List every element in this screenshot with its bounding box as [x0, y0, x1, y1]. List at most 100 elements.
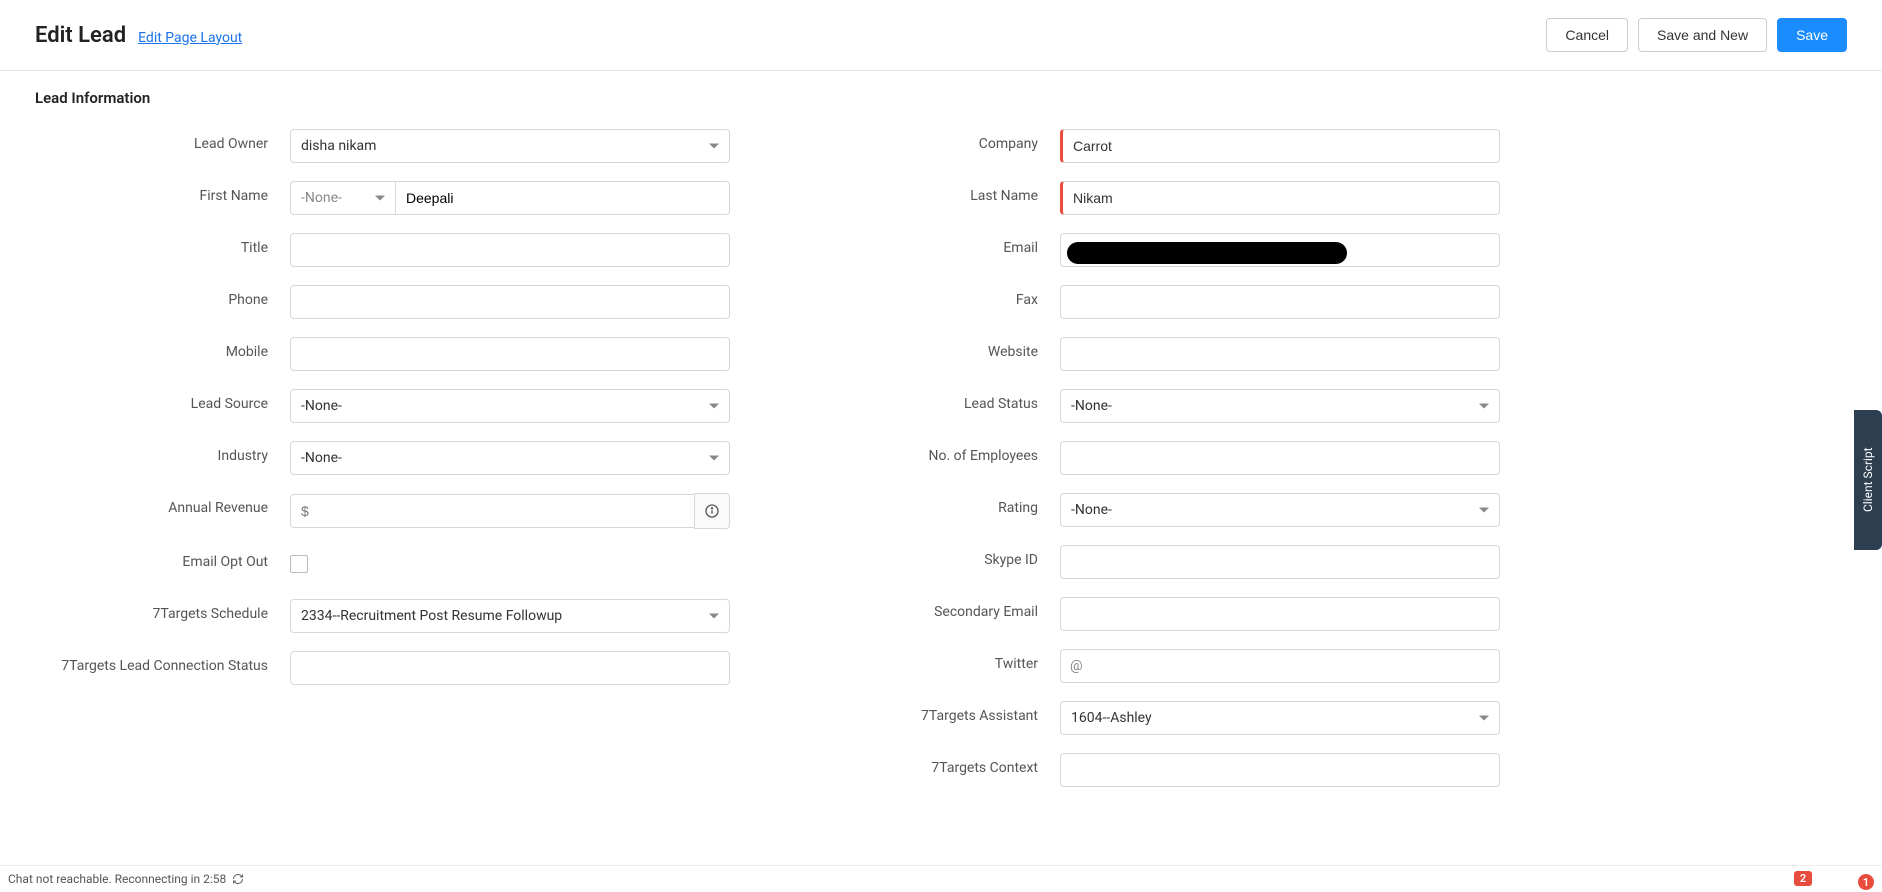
no-employees-input[interactable] [1060, 441, 1500, 475]
form-column-left: Lead Owner disha nikam First Name -None- [35, 129, 765, 805]
last-name-input[interactable] [1060, 181, 1500, 215]
form-columns: Lead Owner disha nikam First Name -None- [35, 129, 1847, 805]
header-actions: Cancel Save and New Save [1546, 18, 1847, 52]
label-lead-conn-status: 7Targets Lead Connection Status [35, 651, 290, 674]
first-name-input[interactable] [395, 181, 730, 215]
label-secondary-email: Secondary Email [805, 597, 1060, 620]
row-last-name: Last Name [805, 181, 1535, 215]
row-lead-status: Lead Status -None- [805, 389, 1535, 423]
chevron-down-icon [709, 144, 719, 149]
footer-bar: Chat not reachable. Reconnecting in 2:58 [0, 865, 1882, 892]
row-first-name: First Name -None- [35, 181, 765, 215]
cancel-button[interactable]: Cancel [1546, 18, 1628, 52]
lead-source-value: -None- [301, 398, 342, 414]
label-context: 7Targets Context [805, 753, 1060, 776]
schedule-value: 2334--Recruitment Post Resume Followup [301, 608, 562, 624]
row-email: Email [805, 233, 1535, 267]
page-title: Edit Lead [35, 23, 126, 48]
row-rating: Rating -None- [805, 493, 1535, 527]
row-assistant: 7Targets Assistant 1604--Ashley [805, 701, 1535, 735]
label-lead-owner: Lead Owner [35, 129, 290, 152]
label-schedule: 7Targets Schedule [35, 599, 290, 622]
label-mobile: Mobile [35, 337, 290, 360]
assistant-value: 1604--Ashley [1071, 710, 1152, 726]
label-company: Company [805, 129, 1060, 152]
title-input[interactable] [290, 233, 730, 267]
label-email: Email [805, 233, 1060, 256]
chevron-down-icon [1479, 716, 1489, 721]
row-context: 7Targets Context [805, 753, 1535, 787]
twitter-input[interactable] [1060, 649, 1500, 683]
schedule-select[interactable]: 2334--Recruitment Post Resume Followup [290, 599, 730, 633]
row-twitter: Twitter @ [805, 649, 1535, 683]
secondary-email-input[interactable] [1060, 597, 1500, 631]
row-fax: Fax [805, 285, 1535, 319]
chevron-down-icon [709, 614, 719, 619]
label-assistant: 7Targets Assistant [805, 701, 1060, 724]
lead-conn-status-input[interactable] [290, 651, 730, 685]
salutation-value: -None- [301, 190, 342, 206]
notification-badge-1[interactable]: 2 [1794, 871, 1812, 886]
lead-status-select[interactable]: -None- [1060, 389, 1500, 423]
context-input[interactable] [1060, 753, 1500, 787]
row-annual-revenue: Annual Revenue [35, 493, 765, 529]
lead-owner-value: disha nikam [301, 138, 376, 154]
row-no-employees: No. of Employees [805, 441, 1535, 475]
row-email-opt-out: Email Opt Out [35, 547, 765, 581]
header-left: Edit Lead Edit Page Layout [35, 23, 242, 48]
row-secondary-email: Secondary Email [805, 597, 1535, 631]
lead-source-select[interactable]: -None- [290, 389, 730, 423]
notification-badge-2[interactable]: 1 [1858, 874, 1874, 890]
row-lead-source: Lead Source -None- [35, 389, 765, 423]
label-twitter: Twitter [805, 649, 1060, 672]
fax-input[interactable] [1060, 285, 1500, 319]
label-email-opt-out: Email Opt Out [35, 547, 290, 570]
salutation-select[interactable]: -None- [290, 181, 395, 215]
chat-status: Chat not reachable. Reconnecting in 2:58 [8, 872, 226, 886]
rating-value: -None- [1071, 502, 1112, 518]
chevron-down-icon [1479, 404, 1489, 409]
row-company: Company [805, 129, 1535, 163]
skype-input[interactable] [1060, 545, 1500, 579]
annual-revenue-input[interactable] [290, 494, 694, 528]
save-button[interactable]: Save [1777, 18, 1847, 52]
chevron-down-icon [709, 404, 719, 409]
page-header: Edit Lead Edit Page Layout Cancel Save a… [0, 0, 1882, 71]
save-and-new-button[interactable]: Save and New [1638, 18, 1767, 52]
assistant-select[interactable]: 1604--Ashley [1060, 701, 1500, 735]
email-opt-out-checkbox[interactable] [290, 555, 308, 573]
form-column-right: Company Last Name Email [805, 129, 1535, 805]
edit-page-layout-link[interactable]: Edit Page Layout [138, 30, 242, 46]
industry-select[interactable]: -None- [290, 441, 730, 475]
label-annual-revenue: Annual Revenue [35, 493, 290, 516]
label-industry: Industry [35, 441, 290, 464]
label-title: Title [35, 233, 290, 256]
chevron-down-icon [709, 456, 719, 461]
chevron-down-icon [375, 196, 385, 201]
label-first-name: First Name [35, 181, 290, 204]
mobile-input[interactable] [290, 337, 730, 371]
label-website: Website [805, 337, 1060, 360]
row-phone: Phone [35, 285, 765, 319]
lead-status-value: -None- [1071, 398, 1112, 414]
row-skype: Skype ID [805, 545, 1535, 579]
label-rating: Rating [805, 493, 1060, 516]
row-mobile: Mobile [35, 337, 765, 371]
website-input[interactable] [1060, 337, 1500, 371]
industry-value: -None- [301, 450, 342, 466]
row-industry: Industry -None- [35, 441, 765, 475]
rating-select[interactable]: -None- [1060, 493, 1500, 527]
row-lead-conn-status: 7Targets Lead Connection Status [35, 651, 765, 685]
reload-icon[interactable] [232, 873, 244, 885]
section-title: Lead Information [35, 89, 1847, 107]
email-input[interactable] [1060, 233, 1500, 267]
lead-owner-select[interactable]: disha nikam [290, 129, 730, 163]
email-redacted [1067, 242, 1347, 264]
client-script-tab[interactable]: Client Script [1854, 410, 1882, 550]
info-icon[interactable] [694, 493, 730, 529]
phone-input[interactable] [290, 285, 730, 319]
label-phone: Phone [35, 285, 290, 308]
label-lead-source: Lead Source [35, 389, 290, 412]
company-input[interactable] [1060, 129, 1500, 163]
label-skype: Skype ID [805, 545, 1060, 568]
